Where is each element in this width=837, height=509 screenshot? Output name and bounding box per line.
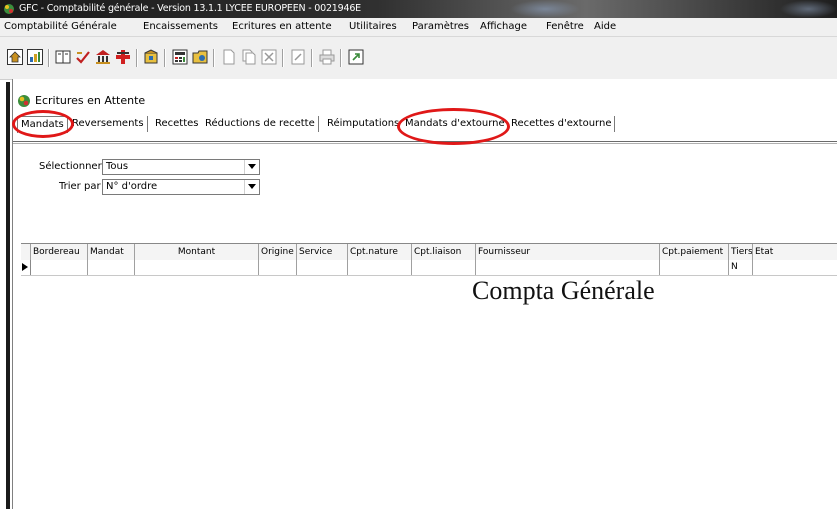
tab-reversements[interactable]: Reversements	[69, 116, 148, 132]
tab-mandats[interactable]: Mandats	[17, 116, 68, 133]
menu-affichage[interactable]: Affichage	[480, 18, 527, 36]
cell-bordereau[interactable]	[31, 260, 88, 275]
calculator-icon[interactable]	[172, 49, 188, 65]
select-label: Sélectionner	[39, 161, 102, 172]
select-dropdown[interactable]: Tous	[102, 159, 260, 175]
cell-tiers[interactable]: N	[729, 260, 753, 275]
col-etat[interactable]: Etat	[753, 244, 837, 260]
export-icon[interactable]	[348, 49, 364, 65]
cell-etat[interactable]	[753, 260, 837, 275]
chart-icon[interactable]	[27, 49, 43, 65]
check-icon[interactable]	[75, 49, 91, 65]
menu-bar: Comptabilité Générale Encaissements Ecri…	[0, 18, 837, 37]
delete-icon[interactable]	[261, 49, 277, 65]
cell-service[interactable]	[297, 260, 348, 275]
new-document-icon[interactable]	[221, 49, 237, 65]
chevron-down-icon[interactable]	[244, 160, 259, 174]
cell-fournisseur[interactable]	[476, 260, 660, 275]
col-cpt-nature[interactable]: Cpt.nature	[348, 244, 412, 260]
col-bordereau[interactable]: Bordereau	[31, 244, 88, 260]
grid-header: Bordereau Mandat Montant Origine Service…	[21, 243, 837, 261]
tab-strip: Mandats Reversements Recettes Réductions…	[13, 116, 837, 136]
cell-mandat[interactable]	[88, 260, 135, 275]
table-row[interactable]: N	[21, 260, 837, 276]
edit-icon[interactable]	[290, 49, 306, 65]
overlay-caption: Compta Générale	[472, 276, 655, 305]
col-montant[interactable]: Montant	[135, 244, 259, 260]
toolbar	[0, 37, 837, 80]
app-icon	[3, 3, 15, 15]
cross-icon[interactable]	[115, 49, 131, 65]
mdi-frame-edge	[6, 82, 10, 509]
title-bar: GFC - Comptabilité générale - Version 13…	[0, 0, 837, 18]
ledger-icon[interactable]	[55, 49, 71, 65]
package-icon[interactable]	[143, 49, 159, 65]
print-icon[interactable]	[319, 49, 335, 65]
col-tiers[interactable]: Tiers	[729, 244, 753, 260]
menu-utilitaires[interactable]: Utilitaires	[349, 18, 397, 36]
tab-recettes[interactable]: Recettes	[152, 116, 203, 132]
cell-origine[interactable]	[259, 260, 297, 275]
child-window-header: Ecritures en Attente	[13, 92, 837, 110]
row-pointer-icon	[21, 260, 31, 275]
folder-icon[interactable]	[192, 49, 208, 65]
menu-parametres[interactable]: Paramètres	[412, 18, 469, 36]
window-title: GFC - Comptabilité générale - Version 13…	[19, 3, 361, 14]
sort-dropdown[interactable]: N° d'ordre	[102, 179, 260, 195]
col-origine[interactable]: Origine	[259, 244, 297, 260]
copy-document-icon[interactable]	[241, 49, 257, 65]
menu-encaissements[interactable]: Encaissements	[143, 18, 218, 36]
ecritures-icon	[17, 94, 31, 108]
sort-value: N° d'ordre	[106, 181, 158, 192]
col-cpt-liaison[interactable]: Cpt.liaison	[412, 244, 476, 260]
cell-cpt-liaison[interactable]	[412, 260, 476, 275]
child-window-title: Ecritures en Attente	[35, 94, 146, 107]
tab-reimputations[interactable]: Réimputations	[324, 116, 404, 132]
select-value: Tous	[106, 161, 129, 172]
bank-icon[interactable]	[95, 49, 111, 65]
col-mandat[interactable]: Mandat	[88, 244, 135, 260]
menu-ecritures-en-attente[interactable]: Ecritures en attente	[232, 18, 332, 36]
tab-mandats-dextourne[interactable]: Mandats d'extourne	[402, 116, 509, 132]
menu-comptabilite-generale[interactable]: Comptabilité Générale	[4, 18, 117, 36]
col-service[interactable]: Service	[297, 244, 348, 260]
cell-cpt-nature[interactable]	[348, 260, 412, 275]
tab-recettes-dextourne[interactable]: Recettes d'extourne	[508, 116, 616, 132]
data-grid: Bordereau Mandat Montant Origine Service…	[21, 243, 837, 277]
sort-label: Trier par	[59, 181, 101, 192]
menu-fenetre[interactable]: Fenêtre	[546, 18, 584, 36]
home-icon[interactable]	[7, 49, 23, 65]
child-window: Ecritures en Attente Mandats Reversement…	[12, 79, 837, 509]
col-cpt-paiement[interactable]: Cpt.paiement	[660, 244, 729, 260]
chevron-down-icon[interactable]	[244, 180, 259, 194]
cell-montant[interactable]	[135, 260, 259, 275]
cell-cpt-paiement[interactable]	[660, 260, 729, 275]
menu-aide[interactable]: Aide	[594, 18, 616, 36]
col-fournisseur[interactable]: Fournisseur	[476, 244, 660, 260]
tab-reductions-de-recette[interactable]: Réductions de recette	[202, 116, 319, 132]
